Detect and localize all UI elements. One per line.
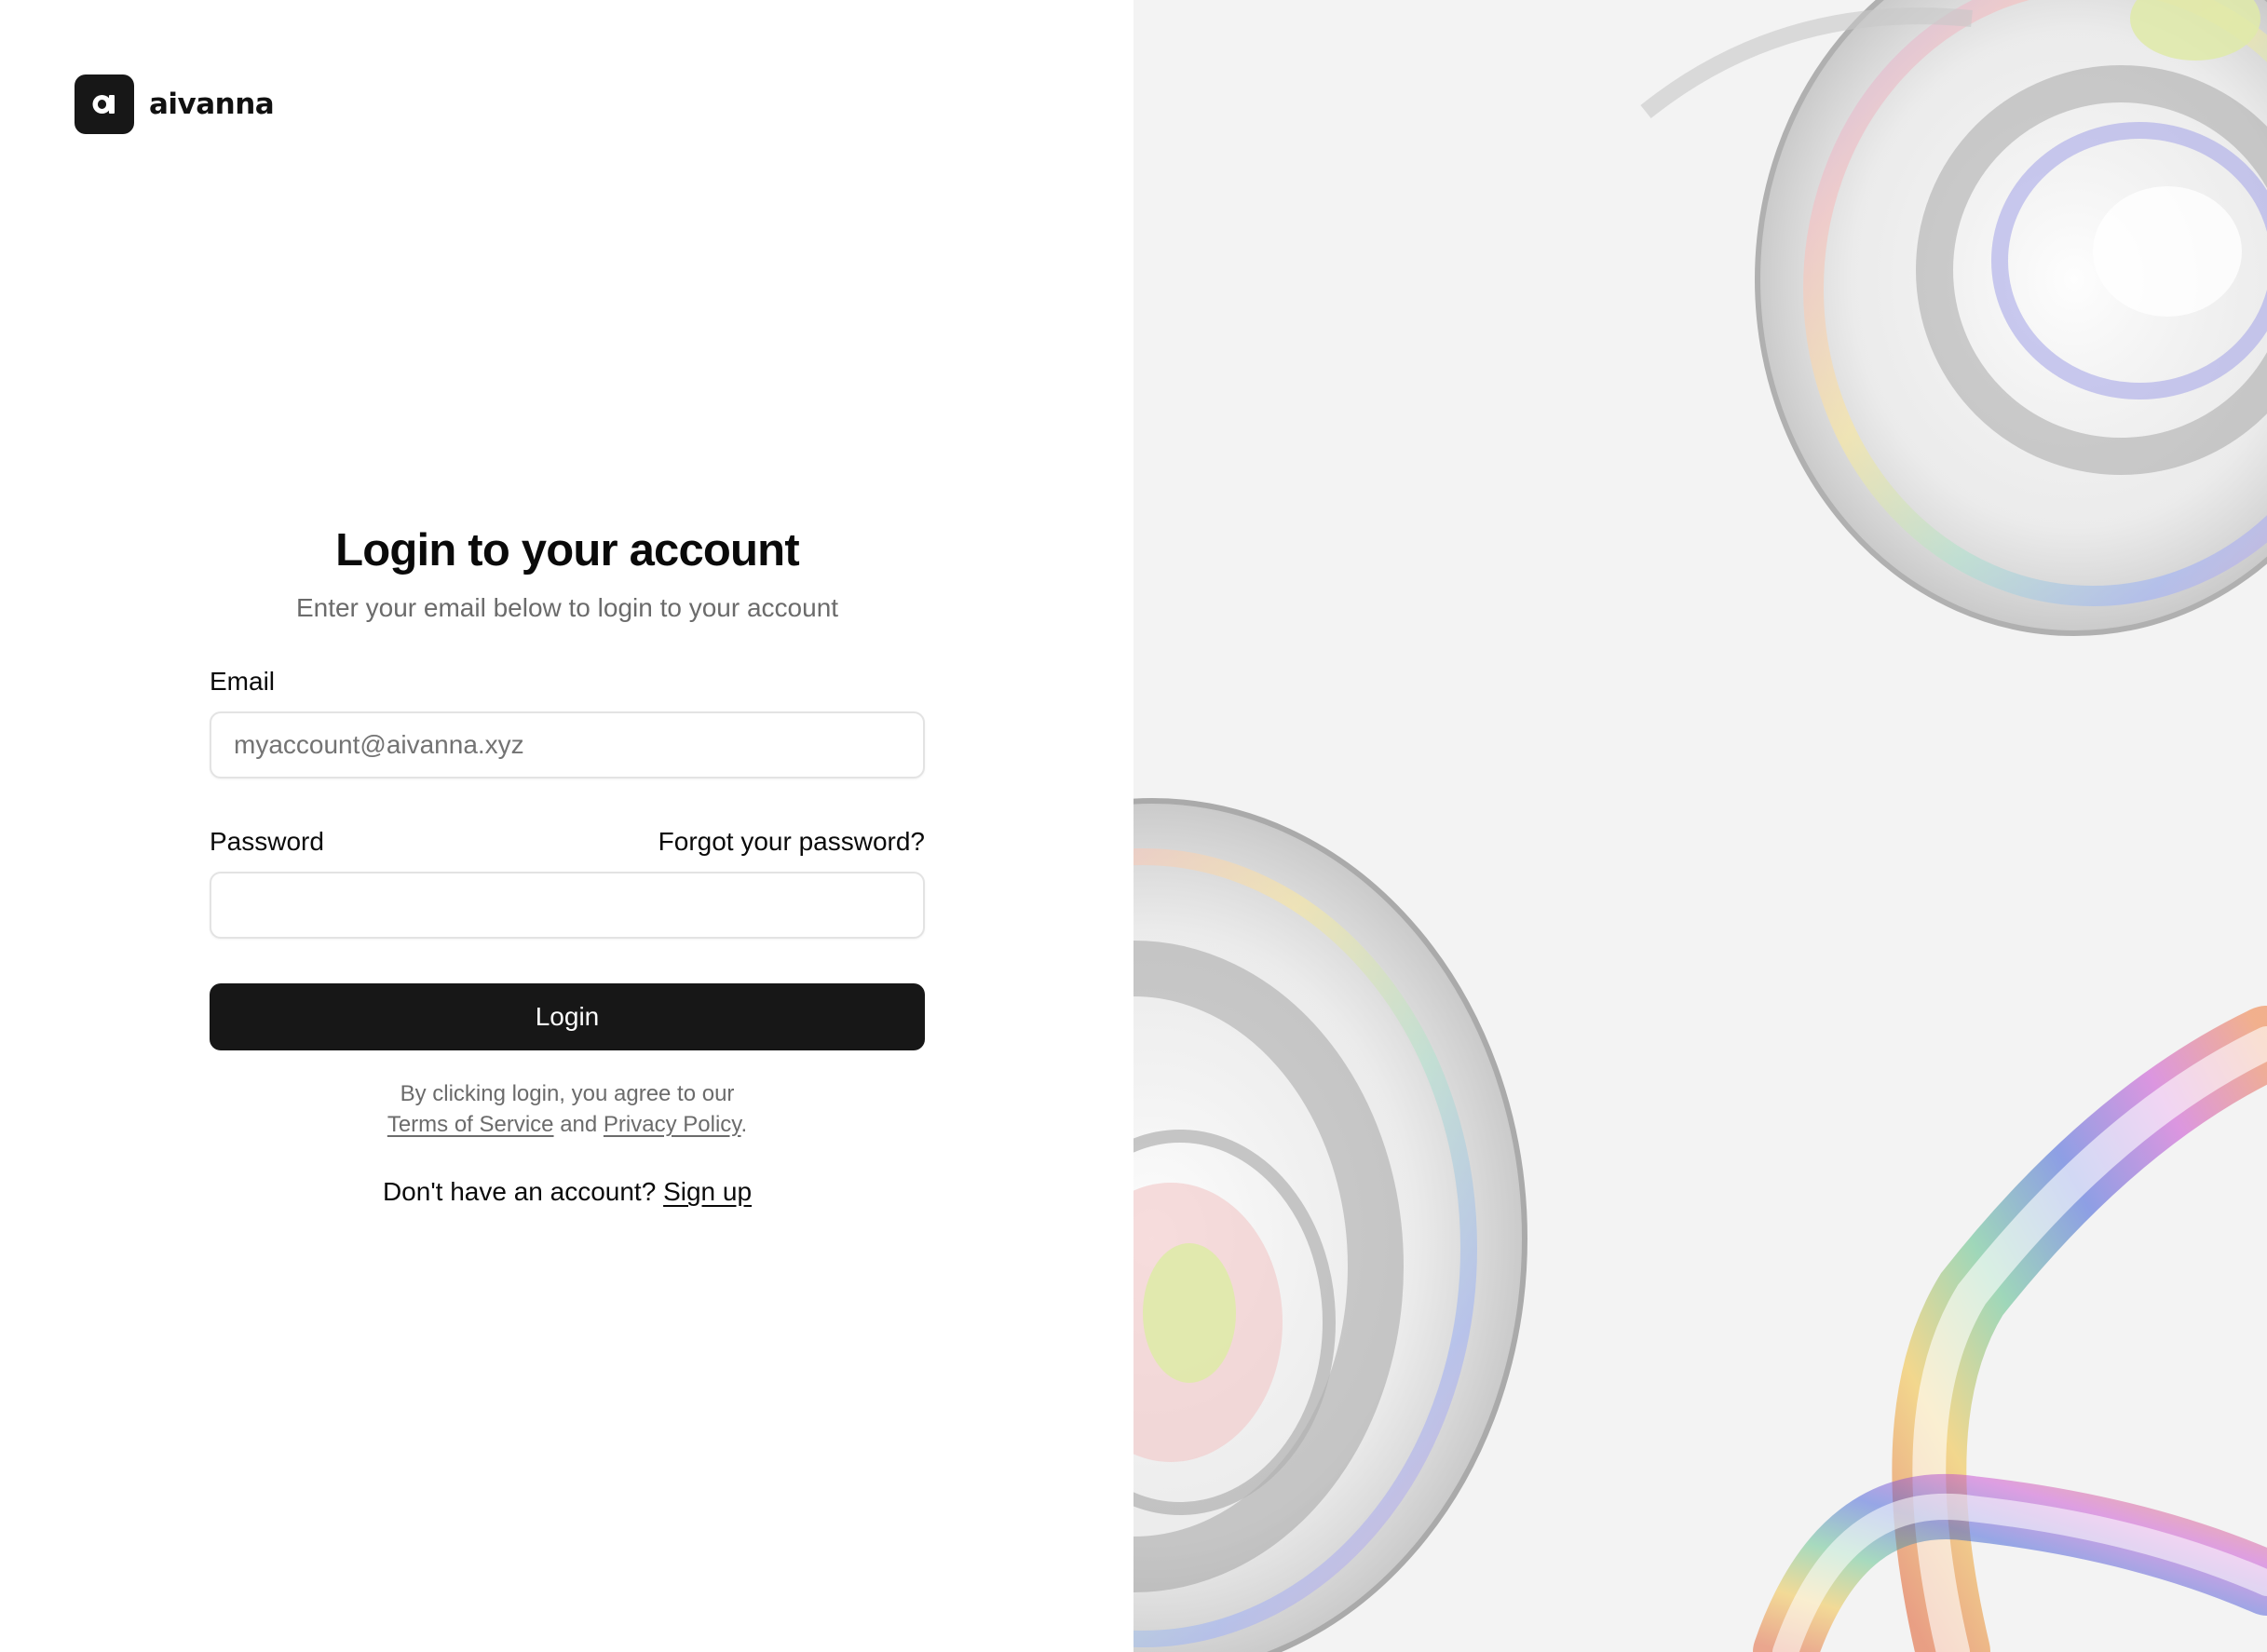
legal-prefix: By clicking login, you agree to our [400, 1081, 735, 1106]
email-label: Email [210, 667, 276, 696]
login-panel: aivanna Login to your account Enter your… [0, 0, 1134, 1652]
signup-prompt-text: Don't have an account? [382, 1177, 657, 1206]
brand-name: aivanna [149, 88, 275, 121]
legal-notice: By clicking login, you agree to our Term… [210, 1078, 925, 1140]
email-input[interactable] [210, 711, 925, 779]
bottom-left-glass-shape [1134, 798, 1527, 1652]
brand-logo-icon [75, 74, 134, 134]
legal-suffix: . [740, 1112, 748, 1137]
password-label: Password [210, 827, 324, 856]
bottom-right-ribbon-shape [1753, 1006, 2267, 1652]
password-input[interactable] [210, 872, 925, 939]
page-title: Login to your account [335, 525, 799, 575]
iridescent-glass-artwork [1134, 0, 2267, 1652]
sign-up-link[interactable]: Sign up [663, 1177, 752, 1206]
page-subtitle: Enter your email below to login to your … [295, 593, 839, 622]
logo-letter-glyph [92, 95, 115, 114]
signup-prompt: Don't have an account? Sign up [210, 1177, 925, 1207]
top-glass-shape [1640, 0, 2267, 636]
brand[interactable]: aivanna [75, 74, 275, 134]
terms-of-service-link[interactable]: Terms of Service [387, 1112, 554, 1137]
hero-artwork-panel [1134, 0, 2267, 1652]
privacy-policy-link[interactable]: Privacy Policy [604, 1112, 741, 1137]
forgot-password-link[interactable]: Forgot your password? [658, 827, 925, 857]
login-page: aivanna Login to your account Enter your… [0, 0, 2267, 1652]
login-button[interactable]: Login [210, 983, 925, 1050]
legal-and: and [560, 1112, 598, 1137]
login-form: Login to your account Enter your email b… [210, 521, 925, 1207]
